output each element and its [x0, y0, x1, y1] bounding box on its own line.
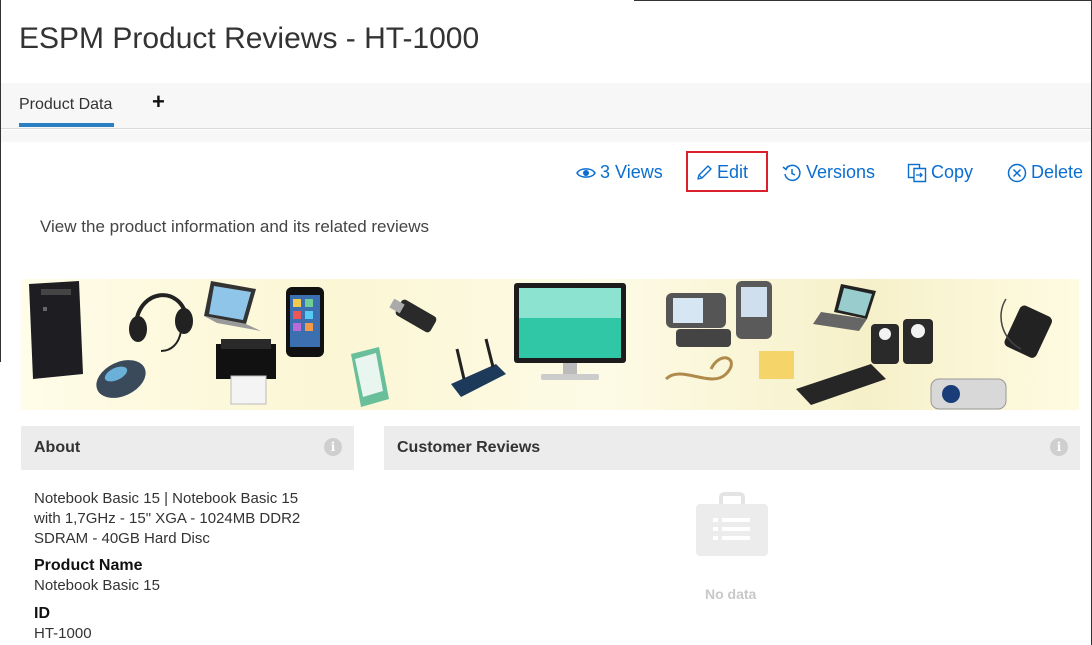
- pencil-icon: [697, 165, 712, 180]
- router-icon: [451, 338, 506, 397]
- versions-label: Versions: [806, 162, 876, 182]
- tab-bar: Product Data +: [1, 83, 1091, 129]
- page-title: ESPM Product Reviews - HT-1000: [19, 22, 480, 55]
- id-value: HT-1000: [34, 625, 92, 642]
- pda-icon: [666, 293, 731, 347]
- views-button[interactable]: 3 Views: [576, 162, 663, 183]
- book-icon: [351, 347, 389, 407]
- monitor-icon: [514, 283, 626, 380]
- smartphone-icon: [286, 287, 324, 357]
- headset-icon: [129, 293, 193, 352]
- printer-icon: [216, 339, 276, 405]
- copy-icon: [907, 163, 927, 182]
- product-banner-image: [21, 279, 1079, 410]
- tab-product-data[interactable]: Product Data: [19, 96, 112, 114]
- mouse-icon: [96, 360, 146, 398]
- about-panel-header: About i: [21, 426, 354, 470]
- mp3-player-icon: [1000, 298, 1052, 358]
- projector-icon: [930, 378, 1007, 410]
- product-name-label: Product Name: [34, 557, 143, 574]
- copy-button[interactable]: Copy: [907, 162, 973, 183]
- delete-label: Delete: [1031, 162, 1084, 182]
- tab-selected-indicator: [19, 123, 114, 127]
- electronics-collage: [29, 281, 1052, 410]
- desktop-tower-icon: [29, 281, 83, 379]
- edit-label: Edit: [717, 162, 749, 182]
- speakers-icon: [871, 319, 933, 364]
- reviews-panel-header: Customer Reviews i: [384, 426, 1080, 470]
- laptop-icon: [204, 281, 261, 331]
- delete-circle-icon: [1007, 163, 1027, 182]
- cable-icon: [664, 356, 733, 381]
- window-frame-top: [634, 0, 1092, 1]
- product-summary-line-2: with 1,7GHz - 15" XGA - 1024MB DDR2: [34, 510, 301, 527]
- versions-button[interactable]: Versions: [782, 162, 875, 183]
- phone-icon: [736, 281, 772, 339]
- edit-button[interactable]: Edit: [696, 162, 748, 183]
- empty-clipboard-icon: [696, 492, 768, 556]
- id-label: ID: [34, 605, 50, 622]
- add-tab-button[interactable]: +: [152, 89, 165, 115]
- page-description: View the product information and its rel…: [40, 217, 429, 236]
- history-icon: [782, 164, 801, 181]
- copy-label: Copy: [931, 162, 974, 182]
- folder-icon: [759, 351, 794, 379]
- no-data-message: No data: [705, 586, 757, 602]
- section-separator: [1, 130, 1091, 142]
- views-label: 3 Views: [600, 162, 663, 182]
- product-name-value: Notebook Basic 15: [34, 577, 160, 594]
- keyboard-icon: [796, 364, 886, 405]
- info-icon[interactable]: i: [1050, 438, 1068, 456]
- delete-button[interactable]: Delete: [1007, 162, 1083, 183]
- product-summary-line-1: Notebook Basic 15 | Notebook Basic 15: [34, 490, 299, 507]
- eye-icon: [576, 167, 596, 178]
- window-frame-left: [0, 0, 1, 362]
- about-header-label: About: [34, 439, 81, 456]
- laptop-small-icon: [813, 284, 876, 331]
- info-icon[interactable]: i: [324, 438, 342, 456]
- product-summary-line-3: SDRAM - 40GB Hard Disc: [34, 530, 210, 547]
- reviews-header-label: Customer Reviews: [397, 439, 541, 456]
- usb-drive-icon: [389, 298, 437, 333]
